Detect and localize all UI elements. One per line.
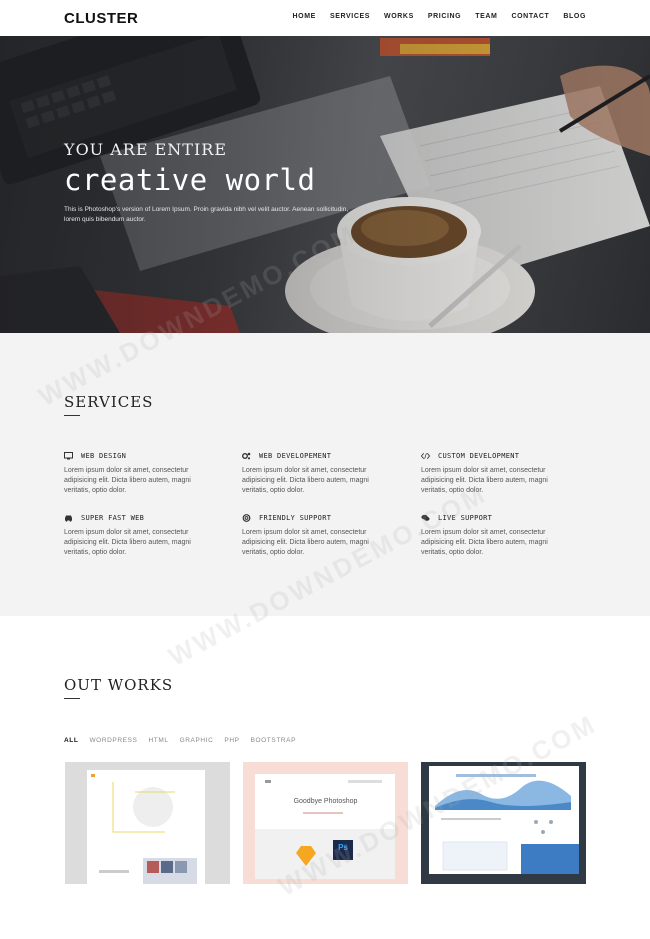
portfolio-thumbnail-3	[429, 766, 579, 884]
hero-text-block: YOU ARE ENTIRE creative world This is Ph…	[64, 140, 384, 225]
service-text: Lorem ipsum dolor sit amet, consectetur …	[64, 467, 191, 494]
menu-item-services[interactable]: SERVICES	[330, 13, 370, 20]
menu-item-home[interactable]: HOME	[293, 13, 316, 20]
service-text: Lorem ipsum dolor sit amet, consectetur …	[242, 467, 369, 494]
hero-subtitle: YOU ARE ENTIRE	[64, 140, 228, 159]
works-section: OUT WORKS ALL WORDPRESS HTML GRAPHIC PHP…	[0, 616, 650, 939]
menu-item-pricing[interactable]: PRICING	[428, 13, 461, 20]
service-text: Lorem ipsum dolor sit amet, consectetur …	[421, 529, 548, 556]
portfolio-card-1[interactable]	[65, 762, 230, 884]
top-navbar: CLUSTER HOME SERVICES WORKS PRICING TEAM…	[0, 0, 650, 36]
service-title: WEB DEVELOPEMENT	[259, 452, 332, 460]
service-item-custom-development: CUSTOM DEVELOPMENT Lorem ipsum dolor sit…	[421, 451, 571, 496]
works-heading-rule	[64, 698, 80, 699]
support-icon	[242, 514, 251, 522]
portfolio-filters: ALL WORDPRESS HTML GRAPHIC PHP BOOTSTRAP	[64, 737, 296, 744]
service-item-web-design: WEB DESIGN Lorem ipsum dolor sit amet, c…	[64, 451, 214, 496]
hero-title: creative world	[64, 163, 316, 197]
service-item-friendly-support: FRIENDLY SUPPORT Lorem ipsum dolor sit a…	[242, 513, 392, 558]
service-item-live-support: LIVE SUPPORT Lorem ipsum dolor sit amet,…	[421, 513, 571, 558]
menu-item-blog[interactable]: BLOG	[563, 13, 586, 20]
service-title: WEB DESIGN	[81, 452, 127, 460]
site-logo[interactable]: CLUSTER	[64, 10, 138, 27]
services-heading: SERVICES	[64, 393, 154, 411]
photoshop-icon: Ps	[338, 843, 348, 852]
code-icon	[421, 452, 430, 460]
service-title: FRIENDLY SUPPORT	[259, 514, 332, 522]
service-title: SUPER FAST WEB	[81, 514, 145, 522]
main-menu: HOME SERVICES WORKS PRICING TEAM CONTACT…	[293, 13, 586, 20]
monitor-icon	[64, 452, 73, 460]
portfolio-card-3[interactable]	[421, 762, 586, 884]
service-text: Lorem ipsum dolor sit amet, consectetur …	[64, 529, 191, 556]
filter-wordpress[interactable]: WORDPRESS	[89, 737, 137, 744]
menu-item-team[interactable]: TEAM	[475, 13, 497, 20]
service-text: Lorem ipsum dolor sit amet, consectetur …	[421, 467, 548, 494]
service-title: CUSTOM DEVELOPMENT	[438, 452, 520, 460]
car-icon	[64, 514, 73, 522]
service-item-super-fast-web: SUPER FAST WEB Lorem ipsum dolor sit ame…	[64, 513, 214, 558]
hero-description: This is Photoshop's version of Lorem Ips…	[64, 206, 349, 223]
filter-all[interactable]: ALL	[64, 737, 78, 744]
hero-banner: YOU ARE ENTIRE creative world This is Ph…	[0, 36, 650, 333]
menu-item-contact[interactable]: CONTACT	[511, 13, 549, 20]
services-heading-rule	[64, 415, 80, 416]
chat-icon	[421, 514, 430, 522]
service-item-web-development: WEB DEVELOPEMENT Lorem ipsum dolor sit a…	[242, 451, 392, 496]
services-section: SERVICES WEB DESIGN Lorem ipsum dolor si…	[0, 333, 650, 616]
portfolio-card-2[interactable]: Goodbye Photoshop Ps	[243, 762, 408, 884]
portfolio-thumbnail-2	[255, 774, 395, 879]
gears-icon	[242, 452, 251, 460]
filter-graphic[interactable]: GRAPHIC	[180, 737, 214, 744]
service-title: LIVE SUPPORT	[438, 514, 493, 522]
filter-html[interactable]: HTML	[148, 737, 168, 744]
menu-item-works[interactable]: WORKS	[384, 13, 414, 20]
portfolio-card-2-caption: Goodbye Photoshop	[293, 798, 358, 805]
filter-php[interactable]: PHP	[224, 737, 239, 744]
works-heading: OUT WORKS	[64, 676, 174, 694]
service-text: Lorem ipsum dolor sit amet, consectetur …	[242, 529, 369, 556]
filter-bootstrap[interactable]: BOOTSTRAP	[251, 737, 297, 744]
portfolio-thumbnail-1	[87, 770, 205, 884]
